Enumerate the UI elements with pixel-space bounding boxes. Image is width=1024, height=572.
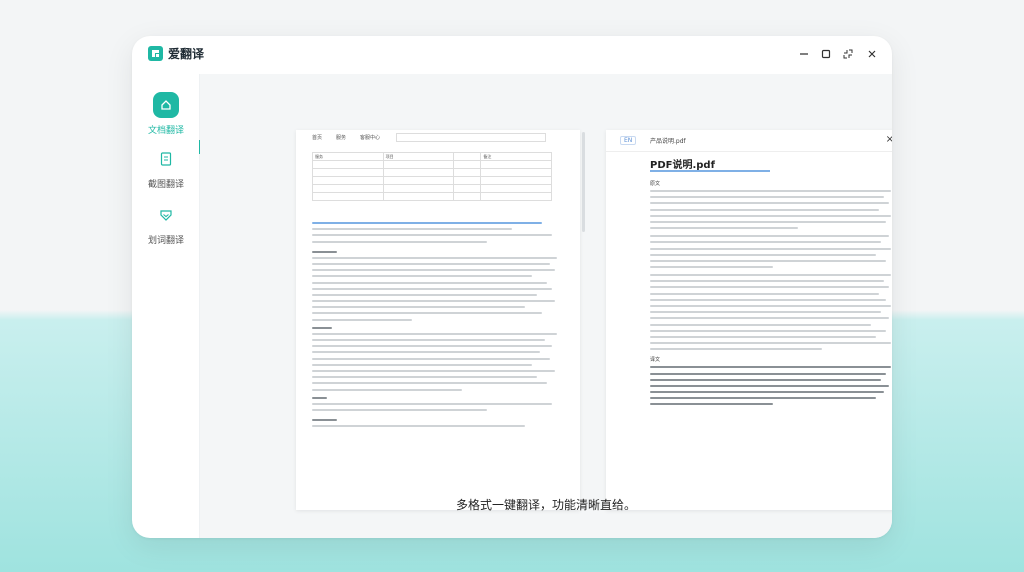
section-original: 原文 [650,181,661,187]
doc-tabs: 首页 服务 客服中心 [312,134,380,141]
feature-caption: 多格式一键翻译，功能清晰直给。 [455,498,636,512]
close-icon [868,50,876,58]
minimize-button[interactable] [796,46,812,62]
section-translation: 译文 [650,357,661,364]
table-row [312,192,552,201]
app-window: 爱翻译 文档翻译 截图翻译 划词翻译 首页 服务 客服中心 服务 项目 备注 E… [132,36,892,538]
doc-tab: 服务 [336,135,347,141]
maximize-icon [821,49,831,59]
doc-subtitle-line [650,170,770,172]
app-logo-icon [148,46,163,61]
translated-document-page[interactable]: EN 产品说明.pdf × PDF说明.pdf 原文 译文 [606,130,892,510]
main-content: 首页 服务 客服中心 服务 项目 备注 EN 产品说明.pdf × PDF说明.… [200,74,892,538]
sidebar-item-label: 文档翻译 [147,126,184,136]
minimize-icon [800,53,808,55]
check-shield-icon [153,202,179,228]
sidebar-item-word-translate[interactable]: 划词翻译 [132,202,200,246]
doc-tab: 客服中心 [360,135,381,141]
sidebar-item-screenshot-translate[interactable]: 截图翻译 [132,146,200,190]
document-icon [153,146,179,172]
table-row [312,184,552,193]
source-document-page[interactable]: 首页 服务 客服中心 服务 项目 备注 [296,130,580,510]
table-row [312,176,552,185]
app-title: 爱翻译 [168,47,205,61]
doc-table: 服务 项目 备注 [312,152,552,201]
sidebar-item-label: 截图翻译 [147,180,184,190]
left-scrollbar[interactable] [582,132,585,232]
translated-doc-header: EN 产品说明.pdf × [606,130,892,152]
table-header: 项目 [382,152,455,161]
title-bar: 爱翻译 [132,36,892,74]
close-preview-button[interactable]: × [886,134,892,145]
file-name: 产品说明.pdf [650,138,686,145]
table-header: 服务 [312,152,384,161]
sidebar: 文档翻译 截图翻译 划词翻译 [132,74,201,538]
restore-button[interactable] [840,46,856,62]
language-badge[interactable]: EN [620,136,637,145]
doc-text-block [312,222,562,431]
doc-title: PDF说明.pdf [650,160,715,171]
table-row [312,160,552,169]
doc-search-box [396,133,546,142]
restore-icon [843,49,853,59]
sidebar-item-document-translate[interactable]: 文档翻译 [132,92,201,154]
sidebar-item-label: 划词翻译 [147,236,184,246]
translated-text-block: 原文 译文 [650,180,892,410]
table-header: 备注 [480,152,552,161]
doc-tab: 首页 [312,135,323,141]
maximize-button[interactable] [818,46,834,62]
table-row [312,168,552,177]
home-icon [153,92,179,118]
close-button[interactable] [864,46,880,62]
